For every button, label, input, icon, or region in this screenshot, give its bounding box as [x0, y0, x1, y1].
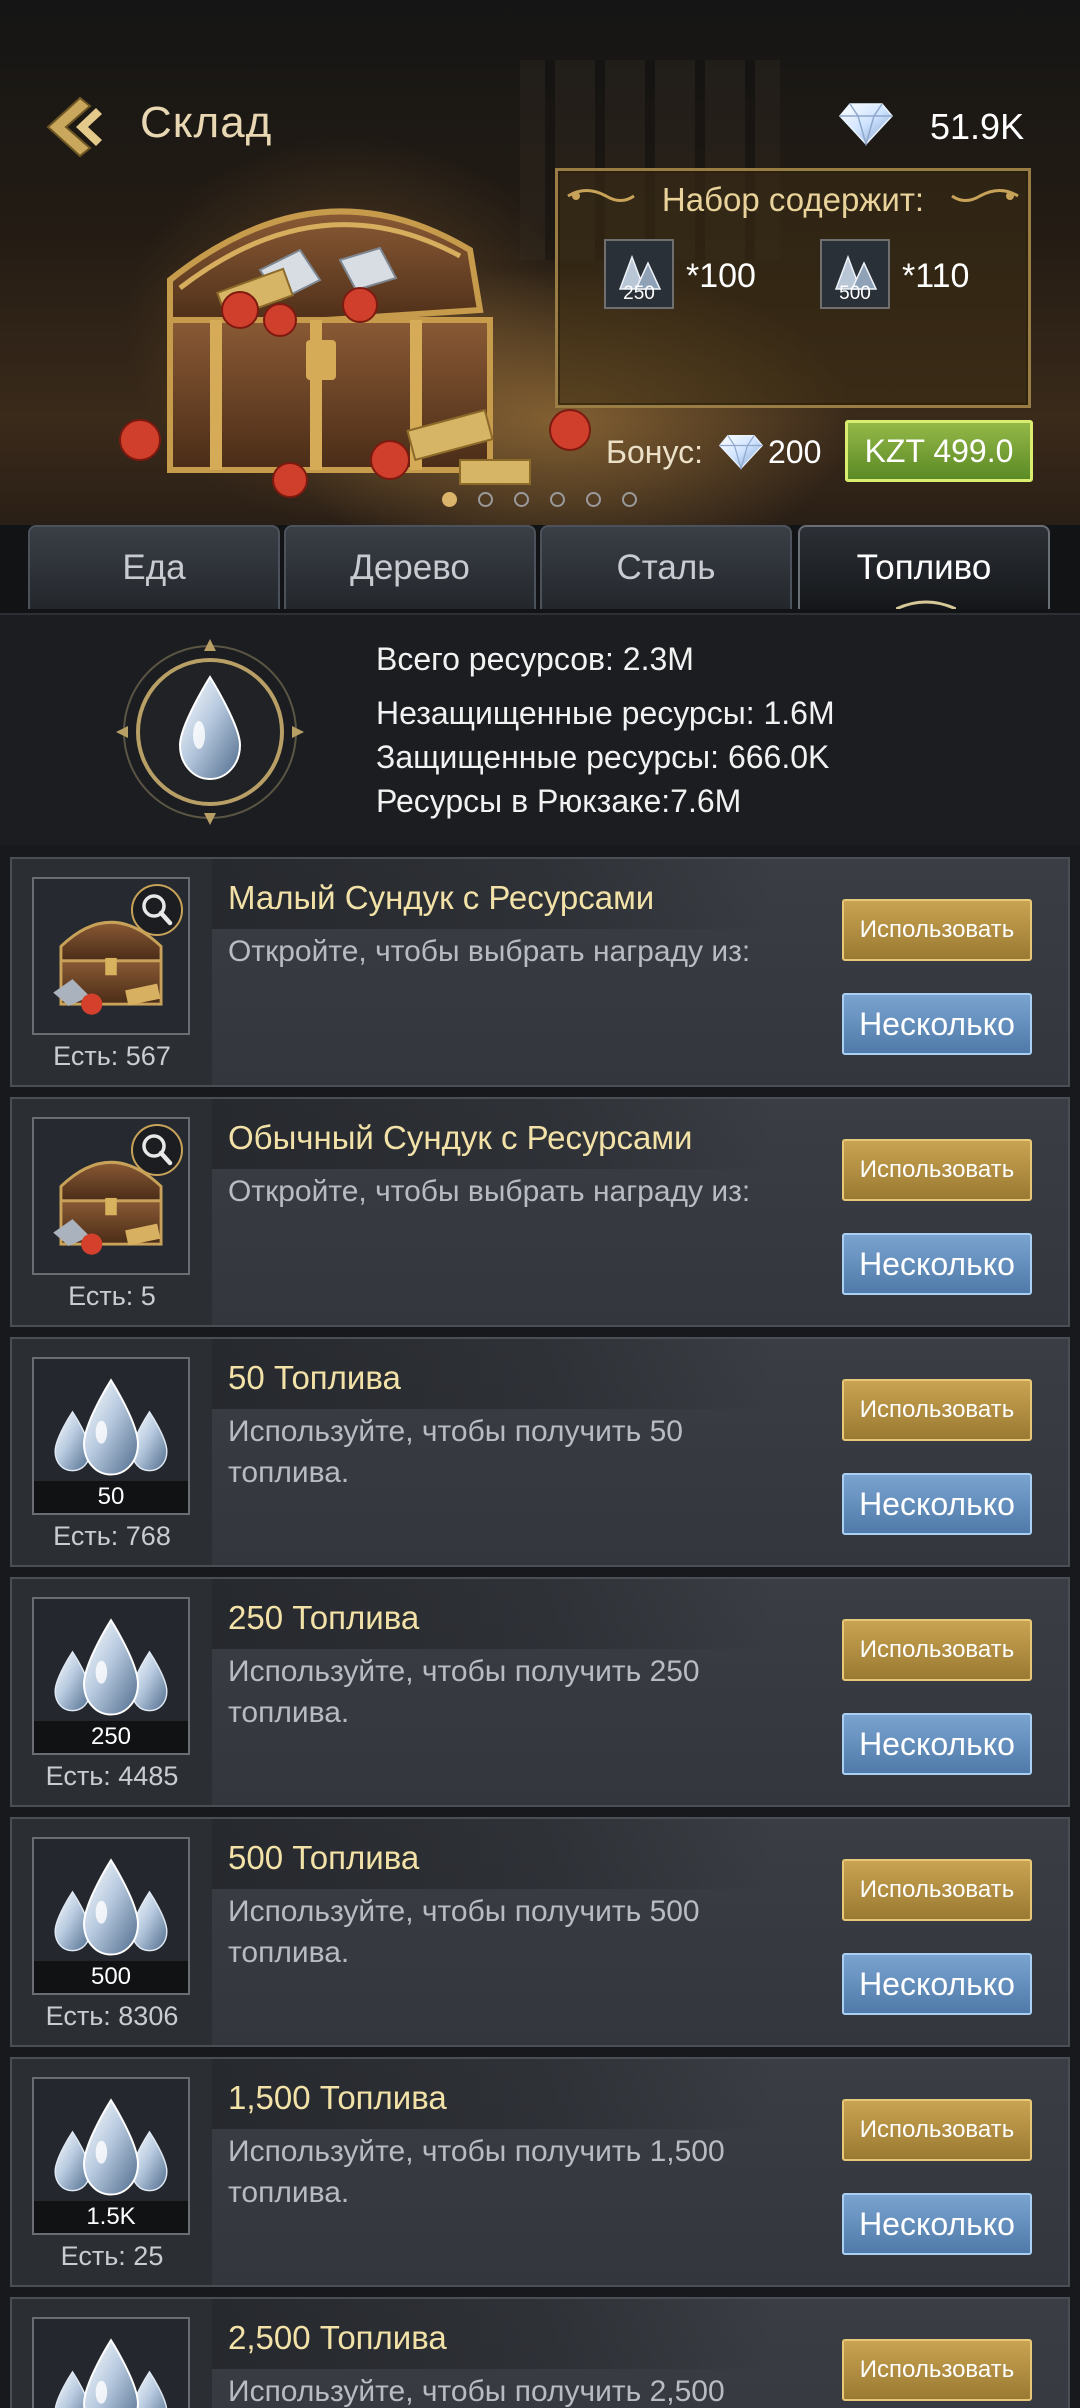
item-description: Откройте, чтобы выбрать награду из:: [228, 1175, 751, 1208]
bonus-label: Бонус:: [606, 434, 703, 470]
item-icon-column: 500 Есть: 8306: [12, 1819, 212, 2045]
tab-steel[interactable]: Сталь: [540, 525, 792, 609]
list-item: 2,500 Топлива Используйте, чтобы получит…: [10, 2297, 1070, 2408]
small-chest-icon[interactable]: [32, 877, 190, 1035]
list-item: Есть: 567 Малый Сундук с Ресурсами Откро…: [10, 857, 1070, 1087]
carousel-dot[interactable]: [622, 492, 637, 507]
carousel-dot[interactable]: [478, 492, 493, 507]
item-icon-column: 250 Есть: 4485: [12, 1579, 212, 1805]
back-arrow-icon[interactable]: [40, 92, 110, 162]
use-multiple-button[interactable]: Несколько: [842, 2193, 1032, 2255]
list-item: 50 Есть: 768 50 Топлива Используйте, что…: [10, 1337, 1070, 1567]
use-button[interactable]: Использовать: [842, 899, 1032, 961]
item-owned-count: Есть: 768: [53, 1521, 171, 1551]
item-icon-column: 50 Есть: 768: [12, 1339, 212, 1565]
fuel-drop-icon: [116, 639, 304, 825]
page-title: Склад: [140, 98, 273, 147]
item-icon-label: 250: [34, 1721, 188, 1753]
item-title: 1,500 Топлива: [228, 2079, 447, 2116]
store-banner: Склад 51.9K Набор содержит: 250 *100 500…: [0, 0, 1080, 525]
item-description: Используйте, чтобы получить 2,500 топлив…: [228, 2375, 725, 2408]
bonus-value: 200: [768, 434, 822, 470]
item-title: 2,500 Топлива: [228, 2319, 447, 2356]
use-multiple-button[interactable]: Несколько: [842, 993, 1032, 1055]
use-multiple-button[interactable]: Несколько: [842, 1473, 1032, 1535]
item-icon-column: 1.5K Есть: 25: [12, 2059, 212, 2285]
treasure-chest-illustration: [119, 208, 591, 498]
list-item: 250 Есть: 4485 250 Топлива Используйте, …: [10, 1577, 1070, 1807]
use-multiple-button[interactable]: Несколько: [842, 1713, 1032, 1775]
item-title: Малый Сундук с Ресурсами: [228, 879, 655, 916]
use-button[interactable]: Использовать: [842, 2339, 1032, 2401]
item-description: Используйте, чтобы получить 1,500 топлив…: [228, 2135, 725, 2209]
item-description: Используйте, чтобы получить 250 топлива.: [228, 1655, 700, 1729]
item-icon-column: Есть: 5: [12, 1099, 212, 1325]
magnifier-icon[interactable]: [130, 883, 184, 937]
kit-contents-panel: Набор содержит: 250 *100 500 *110: [555, 168, 1031, 408]
protected-resources: Защищенные ресурсы: 666.0K: [376, 739, 830, 775]
diamond-icon: [838, 102, 894, 146]
kit-item-steel[interactable]: 500: [820, 239, 890, 309]
kit-item-qty: *110: [902, 257, 970, 295]
fuel-drops-icon: [34, 2319, 188, 2408]
tab-fuel[interactable]: Топливо: [798, 525, 1050, 609]
use-multiple-button[interactable]: Несколько: [842, 1233, 1032, 1295]
use-button[interactable]: Использовать: [842, 1139, 1032, 1201]
item-owned-count: Есть: 8306: [45, 2001, 179, 2031]
common-chest-icon[interactable]: [32, 1117, 190, 1275]
diamond-balance: 51.9K: [930, 106, 1025, 147]
use-multiple-button[interactable]: Несколько: [842, 1953, 1032, 2015]
tab-food[interactable]: Еда: [28, 525, 280, 609]
item-owned-count: Есть: 567: [53, 1041, 171, 1071]
backpack-resources: Ресурсы в Рюкзаке:7.6M: [376, 783, 742, 819]
item-description: Используйте, чтобы получить 500 топлива.: [228, 1895, 700, 1969]
item-owned-count: Есть: 5: [68, 1281, 156, 1311]
use-button[interactable]: Использовать: [842, 1379, 1032, 1441]
list-item: Есть: 5 Обычный Сундук с Ресурсами Откро…: [10, 1097, 1070, 1327]
item-title: 250 Топлива: [228, 1599, 420, 1636]
fuel-item-icon[interactable]: 250: [32, 1597, 190, 1755]
item-title: 50 Топлива: [228, 1359, 401, 1396]
tab-wood[interactable]: Дерево: [284, 525, 536, 609]
kit-title: Набор содержит:: [661, 181, 925, 218]
fuel-item-icon[interactable]: [32, 2317, 190, 2408]
use-button[interactable]: Использовать: [842, 1859, 1032, 1921]
item-title: Обычный Сундук с Ресурсами: [228, 1119, 693, 1156]
item-owned-count: Есть: 4485: [45, 1761, 179, 1791]
use-button[interactable]: Использовать: [842, 1619, 1032, 1681]
carousel-dot[interactable]: [514, 492, 529, 507]
tab-fuel-label: Топливо: [856, 548, 992, 587]
resource-tabs: Еда Дерево Сталь Топливо: [0, 525, 1080, 613]
kit-item-label: 500: [839, 283, 871, 304]
kit-item-steel[interactable]: 250: [604, 239, 674, 309]
magnifier-icon[interactable]: [130, 1123, 184, 1177]
item-title: 500 Топлива: [228, 1839, 420, 1876]
fuel-item-icon[interactable]: 50: [32, 1357, 190, 1515]
item-description: Откройте, чтобы выбрать награду из:: [228, 935, 751, 968]
kit-item-label: 250: [623, 283, 655, 304]
list-item: 1.5K Есть: 25 1,500 Топлива Используйте,…: [10, 2057, 1070, 2287]
item-icon-column: Есть: 567: [12, 859, 212, 1085]
diamond-icon: [718, 434, 764, 470]
item-description: Используйте, чтобы получить 50 топлива.: [228, 1415, 683, 1489]
list-item: 500 Есть: 8306 500 Топлива Используйте, …: [10, 1817, 1070, 2047]
item-icon-label: 1.5K: [34, 2201, 188, 2233]
item-icon-column: [12, 2299, 212, 2408]
use-button[interactable]: Использовать: [842, 2099, 1032, 2161]
resource-summary: Всего ресурсов: 2.3M Незащищенные ресурс…: [0, 613, 1080, 845]
fuel-item-icon[interactable]: 1.5K: [32, 2077, 190, 2235]
total-resources: Всего ресурсов: 2.3M: [376, 641, 694, 677]
buy-kit-button[interactable]: KZT 499.0: [845, 420, 1033, 482]
carousel-dot[interactable]: [550, 492, 565, 507]
carousel-indicator: [440, 492, 660, 512]
item-icon-label: 500: [34, 1961, 188, 1993]
carousel-dot[interactable]: [586, 492, 601, 507]
carousel-dot[interactable]: [442, 492, 457, 507]
kit-item-qty: *100: [686, 257, 756, 295]
item-icon-label: 50: [34, 1481, 188, 1513]
item-owned-count: Есть: 25: [60, 2241, 164, 2271]
fuel-item-icon[interactable]: 500: [32, 1837, 190, 1995]
unprotected-resources: Незащищенные ресурсы: 1.6M: [376, 695, 835, 731]
active-tab-marker: [896, 600, 956, 609]
